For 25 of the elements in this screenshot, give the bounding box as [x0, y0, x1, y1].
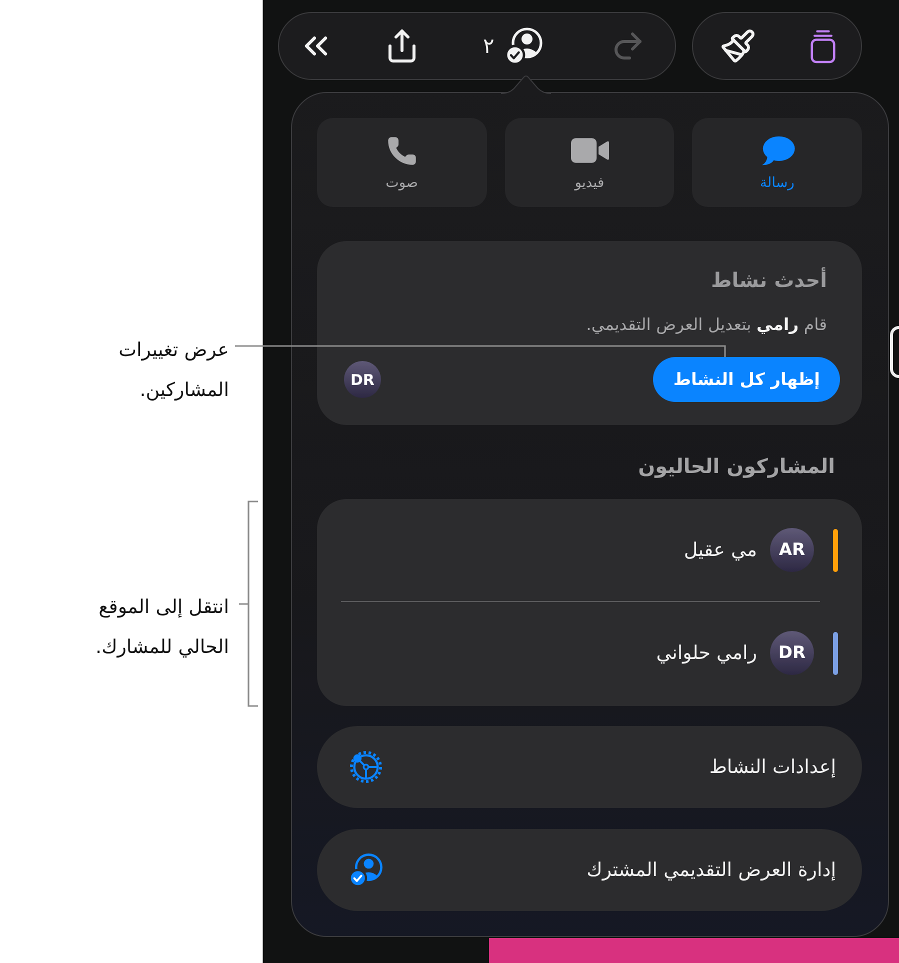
video-call-button[interactable]: فيديو [504, 118, 674, 207]
show-all-activity-button[interactable]: إظهار كل النشاط [653, 357, 840, 402]
avatar: DR [344, 361, 381, 398]
collaboration-button[interactable]: ٢ [483, 26, 544, 66]
participant-name[interactable]: مي عقيل [684, 539, 757, 561]
activity-settings-button[interactable]: إعدادات النشاط [317, 726, 862, 808]
phone-icon [386, 134, 418, 166]
participant-name[interactable]: رامي حلواني [656, 642, 757, 664]
callout-text: انتقل إلى الموقع الحالي للمشارك. [96, 595, 229, 660]
avatar: DR [770, 631, 814, 675]
format-button[interactable] [720, 28, 756, 64]
manage-shared-presentation-button[interactable]: إدارة العرض التقديمي المشترك [317, 829, 862, 911]
audio-call-button[interactable]: صوت [316, 118, 487, 207]
person-check-icon [348, 852, 384, 888]
avatar: AR [770, 528, 814, 572]
section-title: المشاركون الحاليون [637, 453, 835, 479]
message-button[interactable]: رسالة [692, 118, 862, 207]
paintbrush-icon [720, 28, 756, 64]
video-camera-icon [570, 138, 608, 163]
person-check-icon [504, 26, 544, 66]
activity-text: قام رامي بتعديل العرض التقديمي. [585, 314, 827, 336]
slide-shape [890, 326, 899, 378]
gear-icon [348, 749, 384, 785]
callout-text: عرض تغييرات المشاركين. [118, 338, 229, 403]
card-title: أحدث نشاط [710, 267, 827, 293]
